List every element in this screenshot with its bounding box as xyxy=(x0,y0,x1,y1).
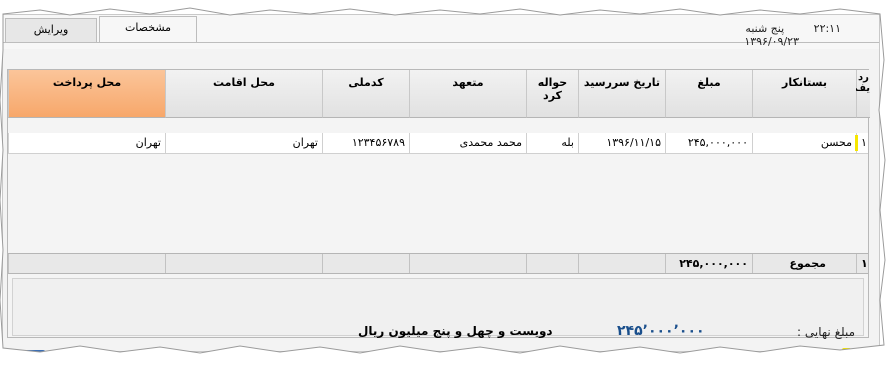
partial-caption: سفارش اسناد آ... ۲ xyxy=(752,352,870,366)
footer-empty xyxy=(526,254,578,273)
cell-national-code[interactable]: ۱۲۳۴۵۶۷۸۹ xyxy=(322,133,409,153)
col-header-due-date[interactable]: تاریخ سررسید xyxy=(578,70,665,118)
cell-due-date[interactable]: ۱۳۹۶/۱۱/۱۵ xyxy=(578,133,665,153)
day-label: پنج شنبه xyxy=(745,22,785,35)
cell-index: ۱ xyxy=(856,133,870,153)
col-header-residence[interactable]: محل اقامت xyxy=(165,70,322,118)
footer-empty xyxy=(8,254,165,273)
cell-residence[interactable]: تهران xyxy=(165,133,322,153)
cell-payment-place[interactable]: تهران xyxy=(8,133,165,153)
col-header-row-index[interactable]: رد یف xyxy=(854,70,870,118)
col-header-obligor[interactable]: متعهد xyxy=(409,70,526,118)
col-header-amount[interactable]: مبلغ xyxy=(665,70,752,118)
final-amount-label: مبلغ نهایی : xyxy=(797,325,855,339)
document-window: ویرایش مشخصات ۲۲:۱۱ پنج شنبه ۱۳۹۶/۰۹/۲۳ … xyxy=(2,14,880,352)
footer-empty xyxy=(165,254,322,273)
footer-empty xyxy=(322,254,409,273)
time-label: ۲۲:۱۱ xyxy=(813,22,841,35)
cell-transfer[interactable]: بله xyxy=(526,133,578,153)
col-header-payment-place[interactable]: محل پرداخت xyxy=(8,70,165,118)
footer-empty xyxy=(409,254,526,273)
table-row[interactable]: ۱ محسن ۲۴۵,۰۰۰,۰۰۰ ۱۳۹۶/۱۱/۱۵ بله محمد م… xyxy=(8,133,868,154)
tab-edit[interactable]: ویرایش xyxy=(5,18,97,42)
datetime-display: ۲۲:۱۱ پنج شنبه xyxy=(745,22,841,35)
footer-empty xyxy=(578,254,665,273)
final-amount-value: ۲۴۵٬۰۰۰٬۰۰۰ xyxy=(617,323,705,339)
grid-footer-row: ۱ مجموع ۲۴۵,۰۰۰,۰۰۰ xyxy=(8,253,868,274)
app-icon xyxy=(24,350,46,358)
footer-label: مجموع xyxy=(752,254,856,273)
footer-total: ۲۴۵,۰۰۰,۰۰۰ xyxy=(665,254,752,273)
top-bar: ویرایش مشخصات ۲۲:۱۱ پنج شنبه ۱۳۹۶/۰۹/۲۳ xyxy=(3,15,879,49)
date-label: ۱۳۹۶/۰۹/۲۳ xyxy=(744,35,799,48)
footer-index: ۱ xyxy=(856,254,870,273)
col-header-national-code[interactable]: کدملی xyxy=(322,70,409,118)
obligations-grid: رد یف بستانکار مبلغ تاریخ سررسید حواله ک… xyxy=(7,69,870,338)
cell-obligor[interactable]: محمد محمدی xyxy=(409,133,526,153)
final-amount-words: دویست و چهل و پنج میلیون ریال xyxy=(358,324,553,338)
cell-creditor[interactable]: محسن xyxy=(752,133,856,153)
tab-specs[interactable]: مشخصات xyxy=(99,16,197,42)
cell-amount[interactable]: ۲۴۵,۰۰۰,۰۰۰ xyxy=(665,133,752,153)
col-header-creditor[interactable]: بستانکار xyxy=(752,70,856,118)
col-header-transfer[interactable]: حواله کرد xyxy=(526,70,578,118)
